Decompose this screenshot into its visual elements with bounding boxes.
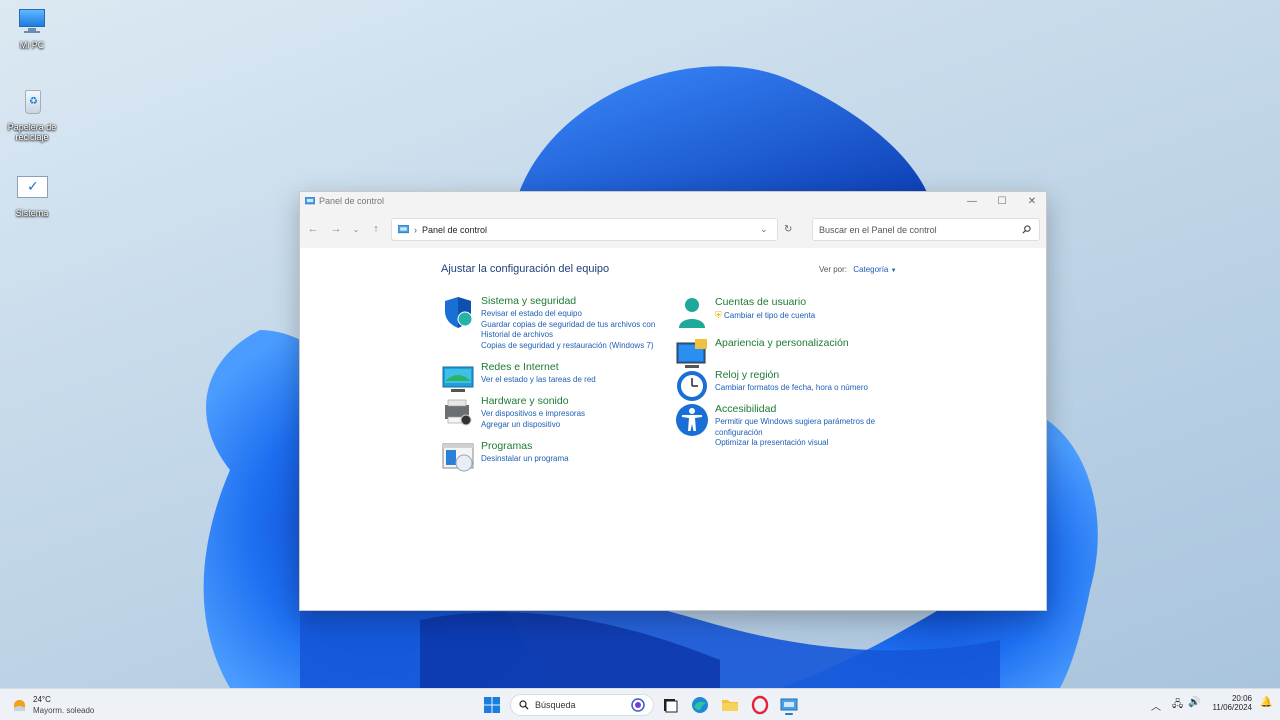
control-panel-icon [305,197,315,205]
tray-chevron-icon[interactable]: ︿ [1151,698,1161,713]
category-link[interactable]: Cambiar formatos de fecha, hora o número [715,383,895,394]
category-title[interactable]: Cuentas de usuario [715,296,895,308]
shield-icon [445,297,473,328]
printer-icon [445,399,472,426]
view-by-label: Ver por: [819,265,848,274]
breadcrumb-separator-icon: › [414,224,417,235]
up-arrow-icon[interactable]: ↑ [367,220,385,238]
breadcrumb-panel-de-control[interactable]: Panel de control [422,225,487,235]
network-icon [442,366,474,392]
user-accounts-icon [679,298,705,328]
category-link[interactable]: Revisar el estado del equipo [481,309,661,320]
taskbar-search-label: Búsqueda [535,700,576,710]
programs-icon [442,443,474,472]
system-check-icon: ✓ [16,174,48,206]
category-programas: Programas Desinstalar un programa [441,440,671,476]
category-link[interactable]: ⛨ Cambiar el tipo de cuenta [715,310,895,322]
minimize-button[interactable]: — [957,192,987,210]
clock-date: 11/06/2024 [1212,703,1252,712]
category-link-text: Cambiar el tipo de cuenta [724,311,816,320]
view-by-value: Categoría [853,265,889,274]
search-input[interactable]: Buscar en el Panel de control [812,218,1040,241]
category-link[interactable]: Desinstalar un programa [481,454,661,465]
desktop-icon-sistema[interactable]: ✓ Sistema [0,174,64,218]
volume-icon[interactable]: 🔊 [1188,697,1200,708]
taskbar-search[interactable]: Búsqueda [510,694,654,716]
category-link[interactable]: Copias de seguridad y restauración (Wind… [481,341,661,352]
clock-time: 20:06 [1231,694,1252,703]
control-panel-window: Panel de control — ☐ ✕ ← → ⌄ ↑ › Panel d… [299,191,1047,611]
view-by: Ver por: Categoría ▼ [819,265,897,274]
desktop-icon-mi-pc[interactable]: Mi PC [0,6,64,50]
title-bar[interactable]: Panel de control — ☐ ✕ [300,192,1046,210]
category-link[interactable]: Agregar un dispositivo [481,420,661,431]
search-icon [519,700,529,710]
page-title: Ajustar la configuración del equipo [441,263,610,275]
weather-desc: Mayorm. soleado [33,706,95,715]
category-link[interactable]: Permitir que Windows sugiera parámetros … [715,417,885,438]
edge-browser-icon[interactable] [690,695,710,715]
address-dropdown-icon[interactable]: ⌄ [760,224,768,235]
notification-bell-icon[interactable]: 🔔 [1260,697,1272,708]
recycle-bin-icon: ♻ [16,88,48,120]
search-icon [1022,225,1031,234]
search-highlight-icon [631,698,645,712]
category-link[interactable]: Optimizar la presentación visual [715,438,885,449]
category-title[interactable]: Redes e Internet [481,361,661,373]
weather-temp: 24°C [33,695,51,704]
desktop-icon-recycle-bin[interactable]: ♻ Papelera de reciclaje [0,88,64,142]
desktop-icon-label: Papelera de reciclaje [7,122,57,142]
back-arrow-icon[interactable]: ← [304,220,322,238]
network-tray-icon[interactable]: 🖧 [1172,697,1183,714]
clock[interactable]: 20:06 11/06/2024 [1200,694,1252,712]
category-accesibilidad: Accesibilidad Permitir que Windows sugie… [675,403,915,451]
forward-arrow-icon[interactable]: → [327,220,345,238]
maximize-button[interactable]: ☐ [987,192,1017,210]
start-windows-icon[interactable] [482,695,502,715]
category-link[interactable]: Ver dispositivos e impresoras [481,409,661,420]
category-link[interactable]: Ver el estado y las tareas de red [481,375,661,386]
taskbar: 24°C Mayorm. soleado Búsqueda ︿ 🖧 🔊 20:0… [0,688,1280,720]
address-bar[interactable]: › Panel de control ⌄ ↻ [391,218,792,241]
opera-browser-icon[interactable] [750,695,770,715]
category-title[interactable]: Programas [481,440,661,452]
monitor-icon [16,6,48,38]
category-redes-internet: Redes e Internet Ver el estado y las tar… [441,361,671,397]
category-link[interactable]: Guardar copias de seguridad de tus archi… [481,320,656,341]
task-view-icon[interactable] [660,695,680,715]
category-title[interactable]: Accesibilidad [715,403,885,415]
file-explorer-icon[interactable] [720,695,740,715]
weather-widget[interactable]: 24°C Mayorm. soleado [12,695,112,717]
category-title[interactable]: Apariencia y personalización [715,337,895,349]
category-title[interactable]: Hardware y sonido [481,395,661,407]
category-sistema-seguridad: Sistema y seguridad Revisar el estado de… [441,295,671,355]
weather-sun-icon [13,699,26,712]
window-title: Panel de control [319,196,385,206]
desktop-icon-label: Sistema [15,208,49,218]
search-placeholder: Buscar en el Panel de control [819,224,937,235]
close-button[interactable]: ✕ [1017,192,1047,210]
recent-chevron-icon[interactable]: ⌄ [347,220,365,238]
control-panel-icon [398,225,409,234]
refresh-icon[interactable]: ↻ [784,224,792,235]
category-cuentas-usuario: Cuentas de usuario ⛨ Cambiar el tipo de … [675,296,905,332]
accessibility-icon [676,404,708,436]
desktop-icon-label: Mi PC [19,40,45,50]
view-by-dropdown[interactable]: Categoría ▼ [853,265,896,274]
uac-shield-icon: ⛨ [715,310,722,320]
control-panel-taskbar-icon[interactable] [779,695,799,715]
category-reloj-region: Reloj y región Cambiar formatos de fecha… [675,369,905,405]
category-title[interactable]: Reloj y región [715,369,895,381]
clock-icon [677,371,707,401]
category-apariencia: Apariencia y personalización [675,337,905,368]
appearance-icon [676,339,707,368]
category-hardware-sonido: Hardware y sonido Ver dispositivos e imp… [441,395,671,435]
content-area: Ajustar la configuración del equipo Ver … [300,248,1046,610]
dropdown-triangle-icon: ▼ [890,268,897,274]
category-title[interactable]: Sistema y seguridad [481,295,661,307]
